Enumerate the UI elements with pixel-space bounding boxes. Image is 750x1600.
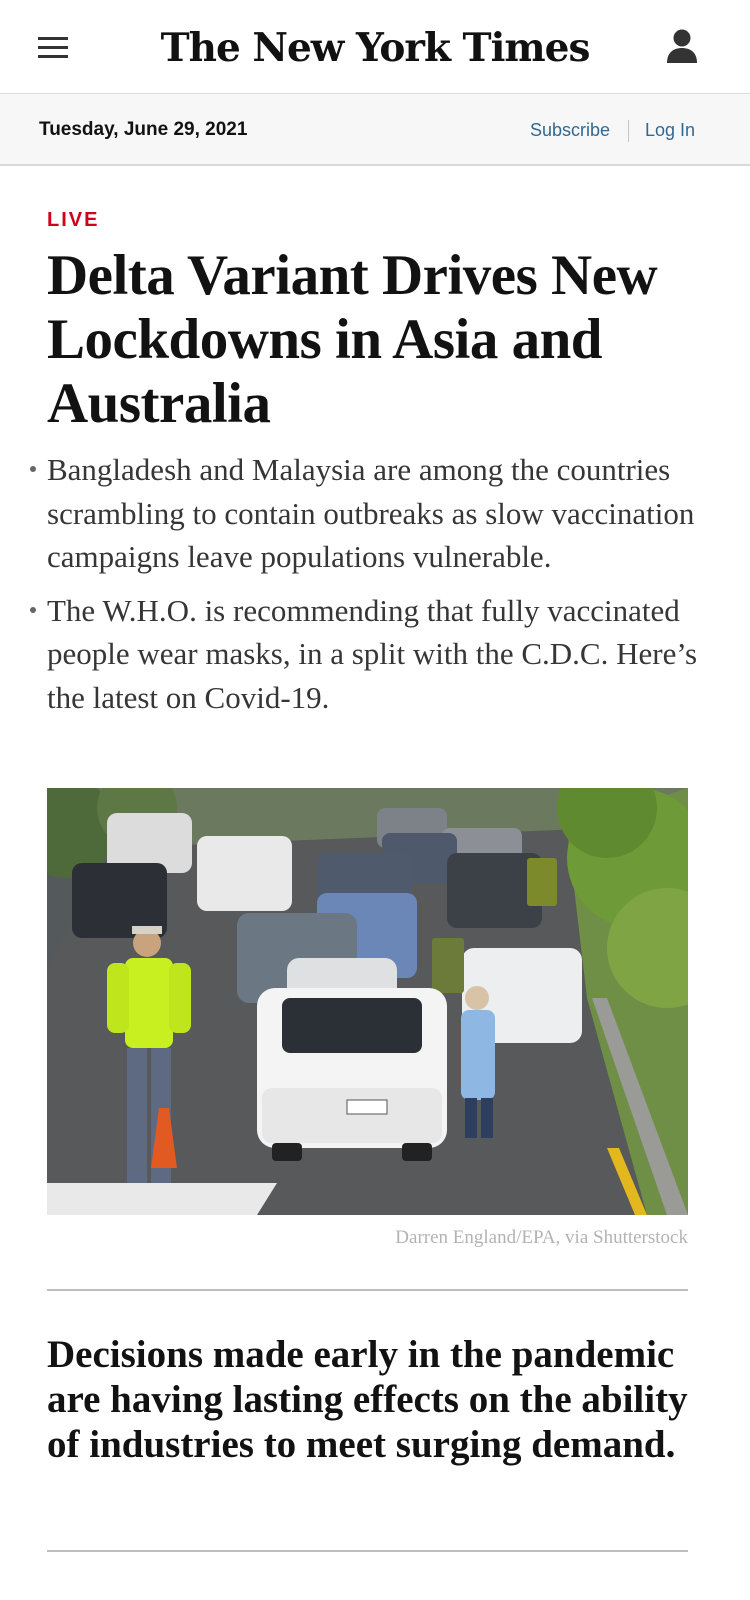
bullet-dot <box>30 606 36 613</box>
section-divider <box>47 1289 688 1291</box>
masthead-logo[interactable]: The New York Times <box>160 24 591 72</box>
subscribe-link[interactable]: Subscribe <box>530 118 610 142</box>
date-bar: Tuesday, June 29, 2021 Subscribe Log In <box>0 94 750 166</box>
current-date: Tuesday, June 29, 2021 <box>39 119 248 140</box>
photo-illustration <box>47 788 688 1215</box>
summary-text[interactable]: The W.H.O. is recommending that fully va… <box>47 593 697 715</box>
bullet-dot <box>30 466 36 472</box>
link-divider <box>628 120 629 142</box>
live-label: LIVE <box>47 209 100 231</box>
site-header: The New York Times <box>0 0 750 94</box>
summary-text: Bangladesh and Malaysia are among the co… <box>47 452 695 574</box>
second-headline[interactable]: Decisions made early in the pandemic are… <box>47 1332 688 1467</box>
user-account-icon[interactable] <box>666 28 698 64</box>
lead-photo[interactable] <box>47 788 688 1215</box>
section-divider <box>47 1550 688 1552</box>
hamburger-menu-icon[interactable] <box>38 37 68 59</box>
summary-item: Bangladesh and Malaysia are among the co… <box>0 448 700 579</box>
lead-headline[interactable]: Delta Variant Drives New Lockdowns in As… <box>47 244 707 436</box>
summary-list: Bangladesh and Malaysia are among the co… <box>0 448 750 719</box>
summary-item: The W.H.O. is recommending that fully va… <box>0 589 700 720</box>
login-link[interactable]: Log In <box>645 118 695 142</box>
photo-credit: Darren England/EPA, via Shutterstock <box>395 1227 688 1248</box>
